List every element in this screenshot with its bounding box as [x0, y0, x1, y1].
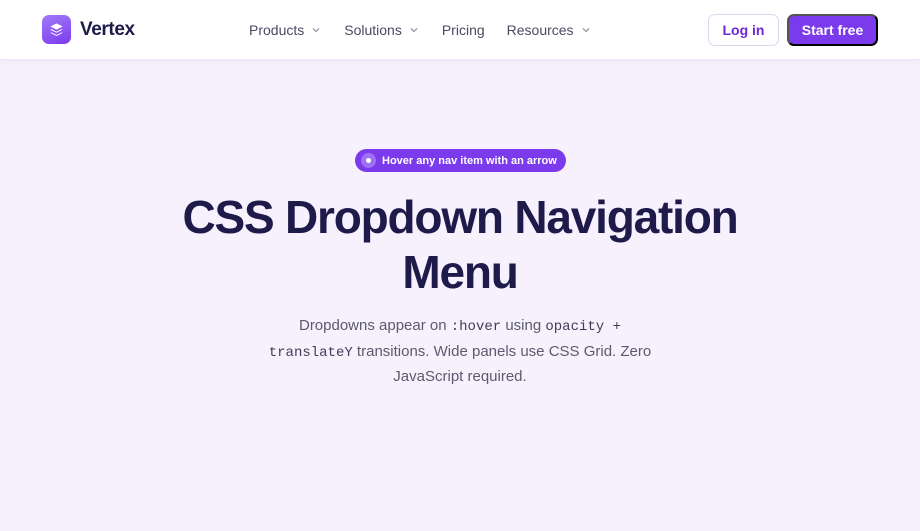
badge-text: Hover any nav item with an arrow — [382, 154, 557, 167]
main-menu: Products Solutions Pricing Resources — [238, 0, 603, 60]
brand-name: Vertex — [80, 18, 135, 40]
page-title: CSS Dropdown Navigation Menu — [182, 191, 738, 298]
layers-icon — [42, 15, 71, 44]
code-hover: :hover — [450, 319, 502, 335]
subtitle-text: transitions. Wide panels use CSS Grid. Z… — [352, 342, 652, 386]
login-button[interactable]: Log in — [708, 14, 779, 46]
top-navbar: Vertex Products Solutions Pricing Resour… — [0, 0, 920, 60]
hero-subtitle: Dropdowns appear on :hover using opacity… — [260, 314, 660, 390]
chevron-down-icon — [582, 28, 590, 33]
start-free-button[interactable]: Start free — [787, 14, 878, 46]
code-opacity: opacity + — [545, 319, 621, 335]
nav-item-solutions[interactable]: Solutions — [333, 0, 431, 60]
dot-icon — [361, 153, 376, 168]
chevron-down-icon — [410, 28, 418, 33]
code-translatey: translateY — [268, 344, 353, 361]
nav-item-label: Solutions — [344, 22, 402, 38]
brand[interactable]: Vertex — [42, 15, 135, 44]
nav-item-pricing[interactable]: Pricing — [431, 0, 496, 60]
subtitle-text: Dropdowns appear on — [298, 317, 451, 334]
nav-item-label: Pricing — [441, 22, 485, 38]
hint-badge: Hover any nav item with an arrow — [355, 149, 566, 172]
chevron-down-icon — [312, 28, 320, 33]
nav-item-products[interactable]: Products — [238, 0, 333, 60]
nav-item-label: Resources — [506, 22, 574, 38]
nav-item-resources[interactable]: Resources — [496, 0, 603, 60]
subtitle-text: using — [501, 317, 546, 334]
nav-item-label: Products — [249, 22, 305, 38]
